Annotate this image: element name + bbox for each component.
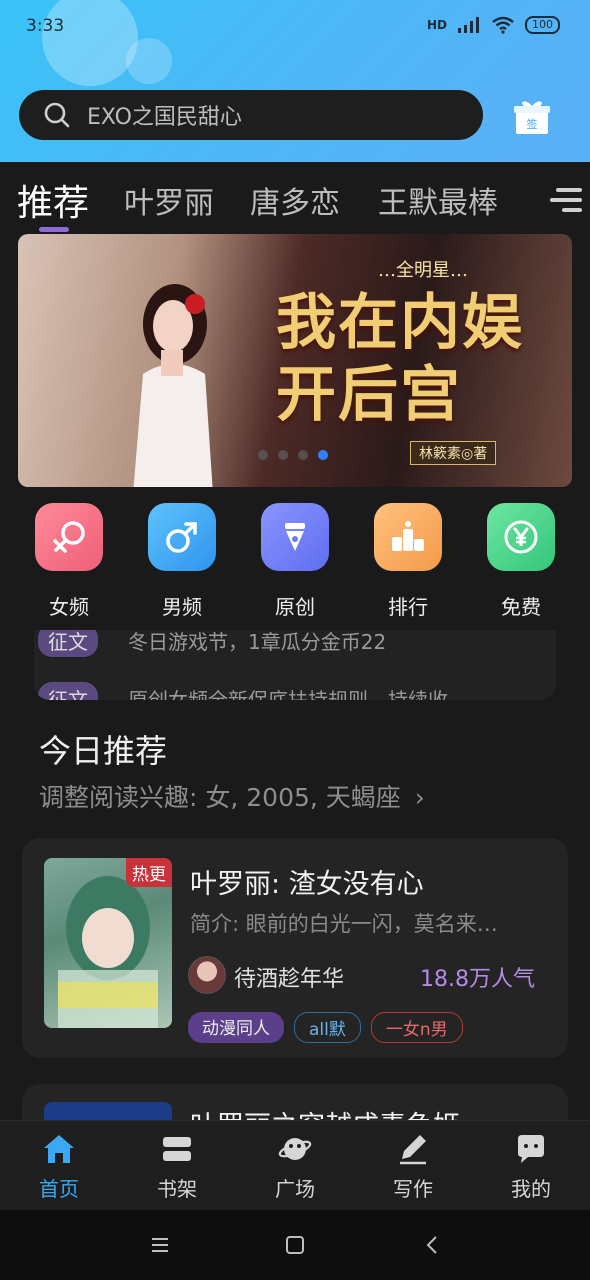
system-nav-bar [0,1210,590,1280]
reading-interest-text: 调整阅读兴趣: 女, 2005, 天蝎座 [39,783,401,812]
notice-tag: 征文 [38,682,98,700]
category-tabs: 推荐 叶罗丽 唐多恋 王默最棒 [0,162,590,234]
carousel-dot-active[interactable] [318,450,328,460]
entry-label: 男频 [162,595,202,619]
entry-label: 免费 [501,595,541,619]
carousel-dot[interactable] [278,450,288,460]
book-card[interactable]: 叶罗丽之穿越成素鱼姬 [22,1084,568,1120]
carousel-dot[interactable] [298,450,308,460]
notice-item[interactable]: 征文 原创女频全新保底扶持规则，持续收 [38,682,448,700]
gift-icon: 签 [514,101,550,134]
nav-profile[interactable]: 我的 [491,1131,571,1202]
entry-original[interactable]: 原创 [260,503,330,620]
yen-icon [487,503,555,571]
battery-indicator: 100 [525,16,560,34]
entry-male[interactable]: 男频 [147,503,217,620]
book-tags: 动漫同人 all默 一女n男 [188,1012,463,1043]
nav-home[interactable]: 首页 [19,1131,99,1202]
banner-carousel[interactable]: …全明星… 我在内娱 开后宫 林簌素◎著 [18,234,572,487]
status-icons: HD 100 [427,16,560,34]
menu-lines-icon[interactable] [147,1232,173,1258]
section-title: 今日推荐 [39,732,168,770]
decor-bubble [126,38,172,84]
nav-bookshelf[interactable]: 书架 [137,1131,217,1202]
search-bar[interactable]: EXO之国民甜心 [19,90,483,140]
hot-update-badge: 热更 [126,858,172,887]
back-icon[interactable] [420,1232,446,1258]
nav-label: 广场 [275,1177,315,1201]
book-cover[interactable] [44,1102,172,1120]
gift-label: 签 [527,117,538,131]
entry-free[interactable]: 免费 [486,503,556,620]
network-label: HD [426,18,447,32]
entry-label: 排行 [388,595,428,619]
notice-tag: 征文 [38,630,98,657]
sign-in-gift-button[interactable]: 签 [511,96,553,138]
nav-label: 写作 [393,1177,433,1201]
entry-label: 原创 [275,595,315,619]
notice-text: 冬日游戏节，1章瓜分金币22 [128,630,387,654]
banner-title-line2: 开后宫 [276,360,462,430]
popularity-count: 18.8万人气 [420,967,535,992]
nav-label: 首页 [39,1177,79,1201]
home-square-icon[interactable] [282,1232,308,1258]
tab-wangmo[interactable]: 王默最棒 [378,178,498,222]
search-icon [44,102,70,128]
menu-icon[interactable] [548,184,584,218]
reading-interest-link[interactable]: 调整阅读兴趣: 女, 2005, 天蝎座 › [39,778,425,814]
nav-write[interactable]: 写作 [373,1131,453,1202]
banner-author: 林簌素◎著 [410,441,497,465]
notice-item[interactable]: 征文 冬日游戏节，1章瓜分金币22 [38,630,386,657]
tab-yeluoli[interactable]: 叶罗丽 [124,178,214,222]
book-title[interactable]: 叶罗丽: 渣女没有心 [190,862,424,901]
carousel-dots [258,450,328,460]
book-cover[interactable]: 热更 [44,858,172,1028]
nav-label: 书架 [157,1177,197,1201]
pen-icon [261,503,329,571]
ranking-icon [374,503,442,571]
tag-chip[interactable]: all默 [294,1012,361,1043]
nav-label: 我的 [511,1177,551,1201]
bottom-nav: 首页 书架 广场 写作 我的 [0,1120,590,1210]
profile-icon [513,1131,549,1167]
planet-icon [277,1131,313,1167]
banner-figure [133,284,213,487]
quick-entries: 女频 男频 原创 排行 免费 [0,500,590,630]
decor-bubble [42,0,138,86]
tab-tangduolian[interactable]: 唐多恋 [250,178,340,222]
entry-female[interactable]: 女频 [34,503,104,620]
tab-recommend[interactable]: 推荐 [17,174,89,226]
tag-chip[interactable]: 一女n男 [370,1012,463,1043]
bookshelf-icon [159,1131,195,1167]
book-intro: 简介: 眼前的白光一闪，莫名来… [190,912,498,936]
male-icon [148,503,216,571]
nav-square[interactable]: 广场 [255,1131,335,1202]
author-name[interactable]: 待酒趁年华 [234,961,344,993]
carousel-dot[interactable] [258,450,268,460]
entry-label: 女频 [49,595,89,619]
home-icon [41,1131,77,1167]
notice-ticker[interactable]: 征文 冬日游戏节，1章瓜分金币22 征文 原创女频全新保底扶持规则，持续收 [34,630,556,700]
book-card[interactable]: 热更 叶罗丽: 渣女没有心 简介: 眼前的白光一闪，莫名来… 待酒趁年华 18.… [22,838,568,1058]
search-placeholder: EXO之国民甜心 [87,105,242,130]
write-icon [395,1131,431,1167]
tag-chip[interactable]: 动漫同人 [188,1012,284,1043]
header: 3:33 HD 100 EXO之国民甜心 签 [0,0,590,162]
book-title[interactable]: 叶罗丽之穿越成素鱼姬 [190,1104,460,1120]
chevron-right-icon: › [414,783,425,812]
female-icon [35,503,103,571]
tab-indicator [39,227,69,232]
avatar[interactable] [188,956,226,994]
status-time: 3:33 [26,16,65,36]
wifi-icon [492,16,514,34]
signal-icon [458,17,479,33]
entry-ranking[interactable]: 排行 [373,503,443,620]
notice-text: 原创女频全新保底扶持规则，持续收 [128,688,448,700]
